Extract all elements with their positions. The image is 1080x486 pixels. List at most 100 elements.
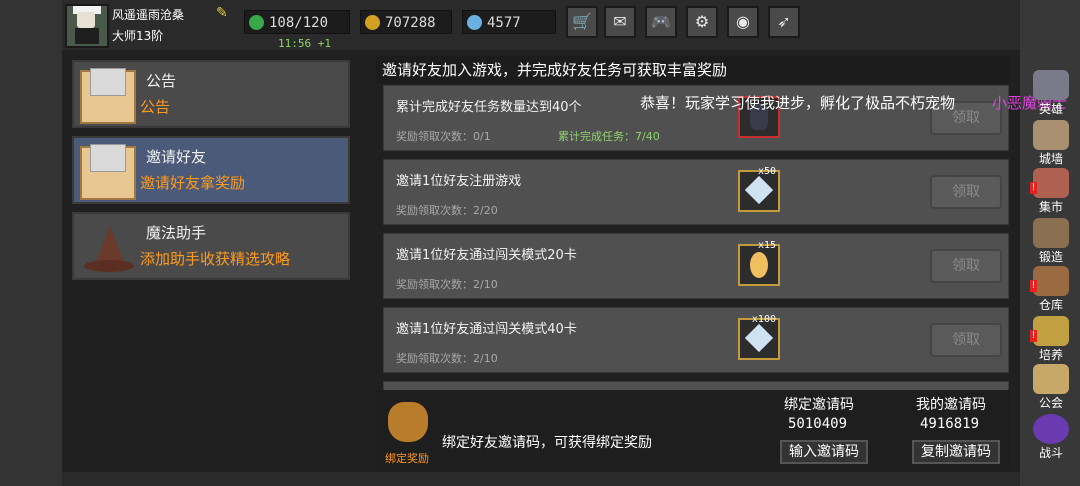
alert-badge: !	[1030, 182, 1037, 194]
left-edge-bar	[0, 0, 62, 486]
reward-bag-icon	[388, 402, 428, 442]
menu-item-title: 魔法助手	[146, 224, 207, 242]
alert-badge: !	[1030, 330, 1037, 342]
sidebar-item-guild[interactable]: 公会	[1028, 364, 1074, 410]
claim-button[interactable]: 领取	[930, 249, 1002, 283]
menu-item-subtitle: 添加助手收获精选攻略	[140, 250, 291, 268]
task-claim-count: 奖励领取次数：2/10	[396, 352, 498, 365]
edit-icon[interactable]: ✎	[216, 6, 230, 20]
mail-button[interactable]: ✉	[604, 6, 636, 38]
energy-display: 108/120	[244, 10, 350, 34]
energy-timer: 11:56 +1	[278, 37, 331, 50]
bind-code-label: 绑定邀请码	[784, 397, 854, 413]
menu-item-magic-assistant[interactable]: 魔法助手 添加助手收获精选攻略	[72, 212, 350, 280]
claim-button[interactable]: 领取	[930, 323, 1002, 357]
broadcast-notice: 恭喜！玩家学习使我进步，孵化了极品不朽宠物	[640, 94, 956, 112]
bag-label: 绑定奖励	[385, 452, 429, 465]
bind-description: 绑定好友邀请码，可获得绑定奖励	[442, 435, 652, 451]
player-name: 风遥遥雨沧桑	[112, 8, 185, 22]
portal-icon	[1033, 414, 1069, 444]
shop-button[interactable]: 🛒	[566, 6, 598, 38]
reward-item[interactable]: x50	[738, 166, 780, 212]
menu-item-title: 邀请好友	[146, 148, 207, 166]
task-claim-count: 奖励领取次数：2/20	[396, 204, 498, 217]
task-claim-count: 奖励领取次数：0/1	[396, 130, 491, 143]
task-title: 累计完成好友任务数量达到40个	[396, 100, 582, 115]
guild-icon	[1033, 364, 1069, 394]
task-row: 邀请1位好友通过闯关模式40卡 奖励领取次数：2/10 x100 领取	[383, 307, 1009, 373]
menu-item-invite-friends[interactable]: 邀请好友 邀请好友拿奖励	[72, 136, 350, 204]
avatar[interactable]	[65, 4, 109, 48]
sidebar-item-battle[interactable]: 战斗	[1028, 414, 1074, 460]
market-icon	[1033, 168, 1069, 198]
lightning-icon	[249, 15, 264, 30]
gold-value: 707288	[385, 15, 436, 31]
my-code-label: 我的邀请码	[916, 397, 986, 413]
sidebar-item-train[interactable]: ! 培养	[1028, 316, 1074, 362]
menu-item-title: 公告	[146, 72, 177, 90]
egg-icon	[750, 252, 768, 278]
sidebar-item-label: 集市	[1038, 200, 1063, 214]
reward-quantity: x100	[751, 314, 776, 325]
bind-code-value: 5010409	[788, 416, 848, 432]
sidebar-item-label: 战斗	[1038, 446, 1063, 460]
input-code-button[interactable]: 输入邀请码	[780, 440, 868, 464]
robe-icon	[75, 28, 99, 44]
sidebar-item-label: 培养	[1038, 348, 1063, 362]
feather-button[interactable]: ➶	[768, 6, 800, 38]
menu-item-subtitle: 公告	[140, 98, 171, 116]
reward-item[interactable]: x15	[738, 240, 780, 286]
player-rank: 大师13阶	[112, 29, 164, 43]
sidebar-item-hero[interactable]: 英雄	[1028, 70, 1074, 116]
envelope-icon	[80, 68, 136, 124]
menu-item-subtitle: 邀请好友拿奖励	[140, 174, 246, 192]
task-title: 邀请1位好友通过闯关模式40卡	[396, 322, 577, 337]
panel-title: 邀请好友加入游戏，并完成好友任务可获取丰富奖励	[376, 56, 1010, 84]
wizard-hat-icon	[80, 222, 136, 276]
gold-coin-icon	[365, 15, 380, 30]
sidebar-item-label: 公会	[1038, 396, 1063, 410]
my-code-value: 4916819	[920, 416, 980, 432]
gamepad-icon: 🎮	[651, 12, 671, 31]
sidebar-item-forge[interactable]: 锻造	[1028, 218, 1074, 264]
gold-display: 707288	[360, 10, 452, 34]
gem-display: 4577	[462, 10, 556, 34]
copy-code-button[interactable]: 复制邀请码	[912, 440, 1000, 464]
alert-badge: !	[1030, 280, 1037, 292]
settings-button[interactable]: ⚙	[686, 6, 718, 38]
diamond-icon	[744, 175, 774, 205]
task-title: 邀请1位好友通过闯关模式20卡	[396, 248, 577, 263]
trophy-icon	[1033, 316, 1069, 346]
game-button[interactable]: 🎮	[645, 6, 677, 38]
sidebar-item-label: 英雄	[1038, 102, 1063, 116]
sidebar-item-market[interactable]: ! 集市	[1028, 168, 1074, 214]
menu-item-announcement[interactable]: 公告 公告	[72, 60, 350, 128]
energy-value: 108/120	[269, 15, 329, 31]
sidebar-item-warehouse[interactable]: ! 仓库	[1028, 266, 1074, 312]
task-title: 邀请1位好友注册游戏	[396, 174, 522, 189]
castle-wall-icon	[1033, 120, 1069, 150]
diamond-icon	[744, 323, 774, 353]
sidebar-item-label: 锻造	[1038, 250, 1063, 264]
face-icon	[77, 12, 95, 28]
envelope-icon	[80, 144, 136, 200]
knight-helmet-icon	[1033, 70, 1069, 100]
feather-icon: ➶	[777, 12, 791, 31]
wheel-button[interactable]: ◉	[727, 6, 759, 38]
claim-button[interactable]: 领取	[930, 175, 1002, 209]
sidebar-item-label: 仓库	[1038, 298, 1063, 312]
envelope-icon: ✉	[613, 12, 627, 31]
task-row: 邀请1位好友注册游戏 奖励领取次数：2/20 x50 领取	[383, 159, 1009, 225]
gear-icon: ⚙	[694, 12, 710, 31]
sidebar-item-wall[interactable]: 城墙	[1028, 120, 1074, 166]
reward-quantity: x50	[757, 166, 776, 177]
task-row: 邀请1位好友通过闯关模式20卡 奖励领取次数：2/10 x15 领取	[383, 233, 1009, 299]
task-progress: 累计完成任务：7/40	[558, 130, 660, 143]
sidebar-item-label: 城墙	[1038, 152, 1063, 166]
gem-value: 4577	[487, 15, 521, 31]
color-wheel-icon: ◉	[736, 12, 750, 31]
cart-icon: 🛒	[572, 12, 592, 31]
reward-item[interactable]: x100	[738, 314, 780, 360]
anvil-icon	[1033, 218, 1069, 248]
reward-quantity: x15	[757, 240, 776, 251]
